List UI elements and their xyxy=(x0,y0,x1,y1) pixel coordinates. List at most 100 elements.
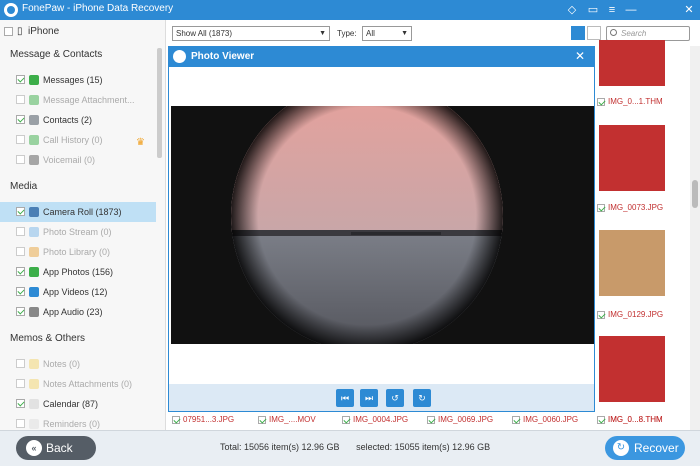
search-input[interactable]: Search xyxy=(606,26,690,41)
scrollbar-thumb[interactable] xyxy=(692,180,698,208)
thumbnail-label[interactable]: IMG_0073.JPG xyxy=(597,203,663,212)
thumbnail-label[interactable]: IMG_0...1.THM xyxy=(597,97,663,106)
grid-scrollbar[interactable] xyxy=(690,46,700,430)
sidebar-item[interactable]: App Photos (156) xyxy=(0,262,156,282)
chevron-down-icon: ▼ xyxy=(319,30,326,37)
photo-image xyxy=(171,106,594,344)
sidebar-item[interactable]: Notes Attachments (0) xyxy=(0,374,156,394)
recover-button[interactable]: ↻ Recover xyxy=(605,436,685,460)
sidebar-scrollbar[interactable] xyxy=(157,48,162,158)
type-label: Type: xyxy=(337,29,357,38)
app-photos-icon xyxy=(29,267,39,277)
thumbnail[interactable] xyxy=(599,230,665,296)
sidebar-item-checkbox[interactable] xyxy=(16,135,25,144)
thumbnail-label[interactable]: IMG_0129.JPG xyxy=(597,310,663,319)
sidebar-item[interactable]: Message Attachment... xyxy=(0,90,156,110)
app-logo-icon xyxy=(173,50,186,63)
sidebar-item-checkbox[interactable] xyxy=(16,115,25,124)
thumbnail-label[interactable]: IMG_....MOV xyxy=(258,415,316,424)
sidebar-item[interactable]: Photo Library (0) xyxy=(0,242,156,262)
close-icon[interactable]: ✕ xyxy=(681,2,697,18)
total-count: Total: 15056 item(s) 12.96 GB xyxy=(220,442,340,452)
list-view-icon[interactable] xyxy=(587,26,601,40)
back-button[interactable]: « Back xyxy=(16,436,96,460)
sidebar-item-checkbox[interactable] xyxy=(16,287,25,296)
thumbnail-checkbox[interactable] xyxy=(427,415,435,424)
thumbnail-label[interactable]: IMG_0004.JPG xyxy=(342,415,408,424)
thumbnail-checkbox[interactable] xyxy=(342,415,350,424)
sidebar-item[interactable]: Voicemail (0) xyxy=(0,150,156,170)
thumbnail[interactable] xyxy=(599,40,665,86)
minimize-icon[interactable]: — xyxy=(623,2,639,18)
sidebar-item[interactable]: App Videos (12) xyxy=(0,282,156,302)
sidebar-item-checkbox[interactable] xyxy=(16,95,25,104)
photo-viewer-title: Photo Viewer xyxy=(191,51,255,62)
thumbnail-checkbox[interactable] xyxy=(597,310,605,319)
sidebar-item-label: Camera Roll (1873) xyxy=(43,207,122,217)
thumbnail[interactable] xyxy=(599,125,665,191)
menu-icon[interactable]: ≡ xyxy=(604,2,620,18)
photo-preview xyxy=(171,106,594,344)
sidebar-item[interactable]: Notes (0) xyxy=(0,354,156,374)
thumbnail-checkbox[interactable] xyxy=(597,415,605,424)
recover-label: Recover xyxy=(634,441,679,455)
sidebar-item[interactable]: Contacts (2) xyxy=(0,110,156,130)
photo-viewer-controls: ⏮ ⏭ ↺ ↻ xyxy=(169,384,594,411)
device-name: iPhone xyxy=(28,26,60,37)
thumbnail-checkbox[interactable] xyxy=(597,97,605,106)
sidebar-item-label: Calendar (87) xyxy=(43,399,99,409)
chat-icon[interactable]: ▭ xyxy=(585,2,601,18)
sidebar-item-checkbox[interactable] xyxy=(16,307,25,316)
sidebar-item[interactable]: Call History (0) ♛ xyxy=(0,130,156,150)
sidebar-item-checkbox[interactable] xyxy=(16,379,25,388)
back-arrow-icon: « xyxy=(26,440,42,456)
recover-icon: ↻ xyxy=(613,440,629,456)
sidebar-item-checkbox[interactable] xyxy=(16,207,25,216)
rotate-right-icon[interactable]: ↻ xyxy=(413,389,431,407)
diamond-icon[interactable]: ◇ xyxy=(564,2,580,18)
sidebar-item[interactable]: Reminders (0) xyxy=(0,414,156,430)
sidebar-item-checkbox[interactable] xyxy=(16,155,25,164)
music-icon xyxy=(29,307,39,317)
reminders-icon xyxy=(29,419,39,429)
thumbnail-checkbox[interactable] xyxy=(512,415,520,424)
sidebar-item-checkbox[interactable] xyxy=(16,267,25,276)
sidebar-item-checkbox[interactable] xyxy=(16,399,25,408)
filter-select[interactable]: Show All (1873) ▼ xyxy=(172,26,330,41)
sidebar-item[interactable]: Messages (15) xyxy=(0,70,156,90)
device-row[interactable]: ▯ iPhone xyxy=(0,22,156,42)
thumbnail[interactable] xyxy=(599,336,665,402)
sidebar-item[interactable]: Photo Stream (0) xyxy=(0,222,156,242)
app-videos-icon xyxy=(29,287,39,297)
close-icon[interactable]: ✕ xyxy=(575,49,585,63)
thumbnail-label[interactable]: IMG_0069.JPG xyxy=(427,415,493,424)
footer-bar: « Back Total: 15056 item(s) 12.96 GB sel… xyxy=(0,430,700,466)
thumbnail-checkbox[interactable] xyxy=(172,415,180,424)
grid-view-icon[interactable] xyxy=(571,26,585,40)
thumbnail-label[interactable]: IMG_0...8.THM xyxy=(597,415,663,424)
sidebar-item[interactable]: App Audio (23) xyxy=(0,302,156,322)
device-checkbox[interactable] xyxy=(4,27,13,36)
sidebar-item-checkbox[interactable] xyxy=(16,227,25,236)
sidebar-item-checkbox[interactable] xyxy=(16,247,25,256)
filter-select-value: Show All (1873) xyxy=(176,29,233,38)
thumbnail-checkbox[interactable] xyxy=(597,203,605,212)
thumbnail-label[interactable]: IMG_0060.JPG xyxy=(512,415,578,424)
thumbnail-checkbox[interactable] xyxy=(258,415,266,424)
first-icon[interactable]: ⏮ xyxy=(336,389,354,407)
sidebar-item-checkbox[interactable] xyxy=(16,75,25,84)
selected-count: selected: 15055 item(s) 12.96 GB xyxy=(356,442,491,452)
sidebar-section-title: Media xyxy=(10,181,38,192)
sidebar-item[interactable]: Calendar (87) xyxy=(0,394,156,414)
sidebar-item-label: Contacts (2) xyxy=(43,115,93,125)
sidebar-item-label: Message Attachment... xyxy=(43,95,135,105)
sidebar-item-checkbox[interactable] xyxy=(16,419,25,428)
back-label: Back xyxy=(46,441,73,455)
next-icon[interactable]: ⏭ xyxy=(360,389,378,407)
type-select[interactable]: All ▼ xyxy=(362,26,412,41)
thumbnail-label[interactable]: 07951...3.JPG xyxy=(172,415,234,424)
sidebar-item[interactable]: Camera Roll (1873) xyxy=(0,202,156,222)
rotate-left-icon[interactable]: ↺ xyxy=(386,389,404,407)
sidebar-item-label: Messages (15) xyxy=(43,75,103,85)
sidebar-item-checkbox[interactable] xyxy=(16,359,25,368)
